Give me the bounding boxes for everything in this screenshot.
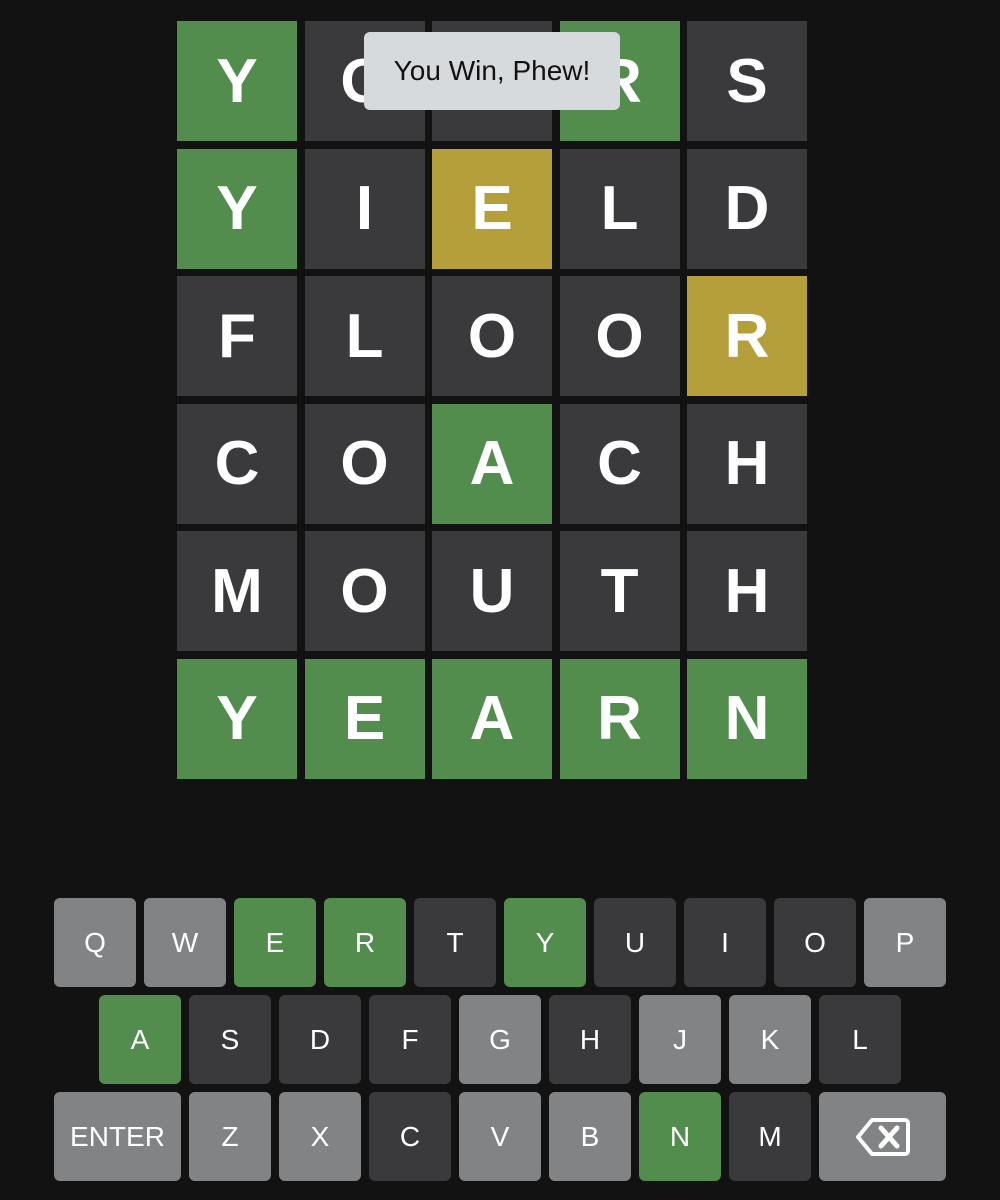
board-tile: N xyxy=(687,658,807,779)
key-k[interactable]: K xyxy=(729,995,811,1084)
board-tile: M xyxy=(177,531,297,651)
board-tile: H xyxy=(687,531,807,651)
key-m[interactable]: M xyxy=(729,1092,811,1181)
keyboard-row: ASDFGHJKL xyxy=(0,995,1000,1084)
board-tile: E xyxy=(432,148,552,269)
key-q[interactable]: Q xyxy=(54,898,136,987)
keyboard-row: ENTER Z X C V B N M xyxy=(0,1092,1000,1181)
key-l[interactable]: L xyxy=(819,995,901,1084)
board-tile: A xyxy=(432,658,552,779)
board-tile: T xyxy=(559,531,680,651)
key-a[interactable]: A xyxy=(99,995,181,1084)
board-tile: R xyxy=(559,658,680,779)
key-n[interactable]: N xyxy=(639,1092,721,1181)
key-r[interactable]: R xyxy=(324,898,406,987)
board-tile: Y xyxy=(177,148,297,269)
board-tile: L xyxy=(559,148,680,269)
on-screen-keyboard: Q W E R T Y U I O P A S D F G H J K L ENTER Z X C V B N M xyxy=(0,898,1000,1189)
key-w[interactable]: W xyxy=(144,898,226,987)
board-tile: R xyxy=(687,276,807,396)
board-tile: S xyxy=(687,21,807,141)
key-t[interactable]: T xyxy=(414,898,496,987)
key-y[interactable]: Y xyxy=(504,898,586,987)
win-toast: You Win, Phew! xyxy=(364,32,620,110)
board-tile: Y xyxy=(177,21,297,141)
key-enter[interactable]: ENTER xyxy=(54,1092,181,1181)
game-board: YOURSYIELDFLOORCOACHMOUTHYEARN xyxy=(177,21,807,779)
key-u[interactable]: U xyxy=(594,898,676,987)
board-tile: D xyxy=(687,148,807,269)
key-i[interactable]: I xyxy=(684,898,766,987)
key-p[interactable]: P xyxy=(864,898,946,987)
board-tile: Y xyxy=(177,658,297,779)
board-tile: H xyxy=(687,403,807,524)
board-tile: F xyxy=(177,276,297,396)
board-tile: O xyxy=(304,403,425,524)
wordle-app: YOURSYIELDFLOORCOACHMOUTHYEARN You Win, … xyxy=(0,0,1000,1200)
key-x[interactable]: X xyxy=(279,1092,361,1181)
board-tile: L xyxy=(304,276,425,396)
board-tile: E xyxy=(304,658,425,779)
board-tile: O xyxy=(559,276,680,396)
key-backspace[interactable] xyxy=(819,1092,946,1181)
key-z[interactable]: Z xyxy=(189,1092,271,1181)
board-tile: O xyxy=(304,531,425,651)
key-b[interactable]: B xyxy=(549,1092,631,1181)
board-tile: C xyxy=(177,403,297,524)
key-h[interactable]: H xyxy=(549,995,631,1084)
key-s[interactable]: S xyxy=(189,995,271,1084)
backspace-icon xyxy=(855,1117,910,1156)
board-tile: A xyxy=(432,403,552,524)
board-tile: C xyxy=(559,403,680,524)
key-g[interactable]: G xyxy=(459,995,541,1084)
key-c[interactable]: C xyxy=(369,1092,451,1181)
key-e[interactable]: E xyxy=(234,898,316,987)
key-j[interactable]: J xyxy=(639,995,721,1084)
board-tile: O xyxy=(432,276,552,396)
keyboard-row: QWERTYUIOP xyxy=(0,898,1000,987)
key-f[interactable]: F xyxy=(369,995,451,1084)
key-v[interactable]: V xyxy=(459,1092,541,1181)
board-tile: I xyxy=(304,148,425,269)
key-d[interactable]: D xyxy=(279,995,361,1084)
board-tile: U xyxy=(432,531,552,651)
key-o[interactable]: O xyxy=(774,898,856,987)
